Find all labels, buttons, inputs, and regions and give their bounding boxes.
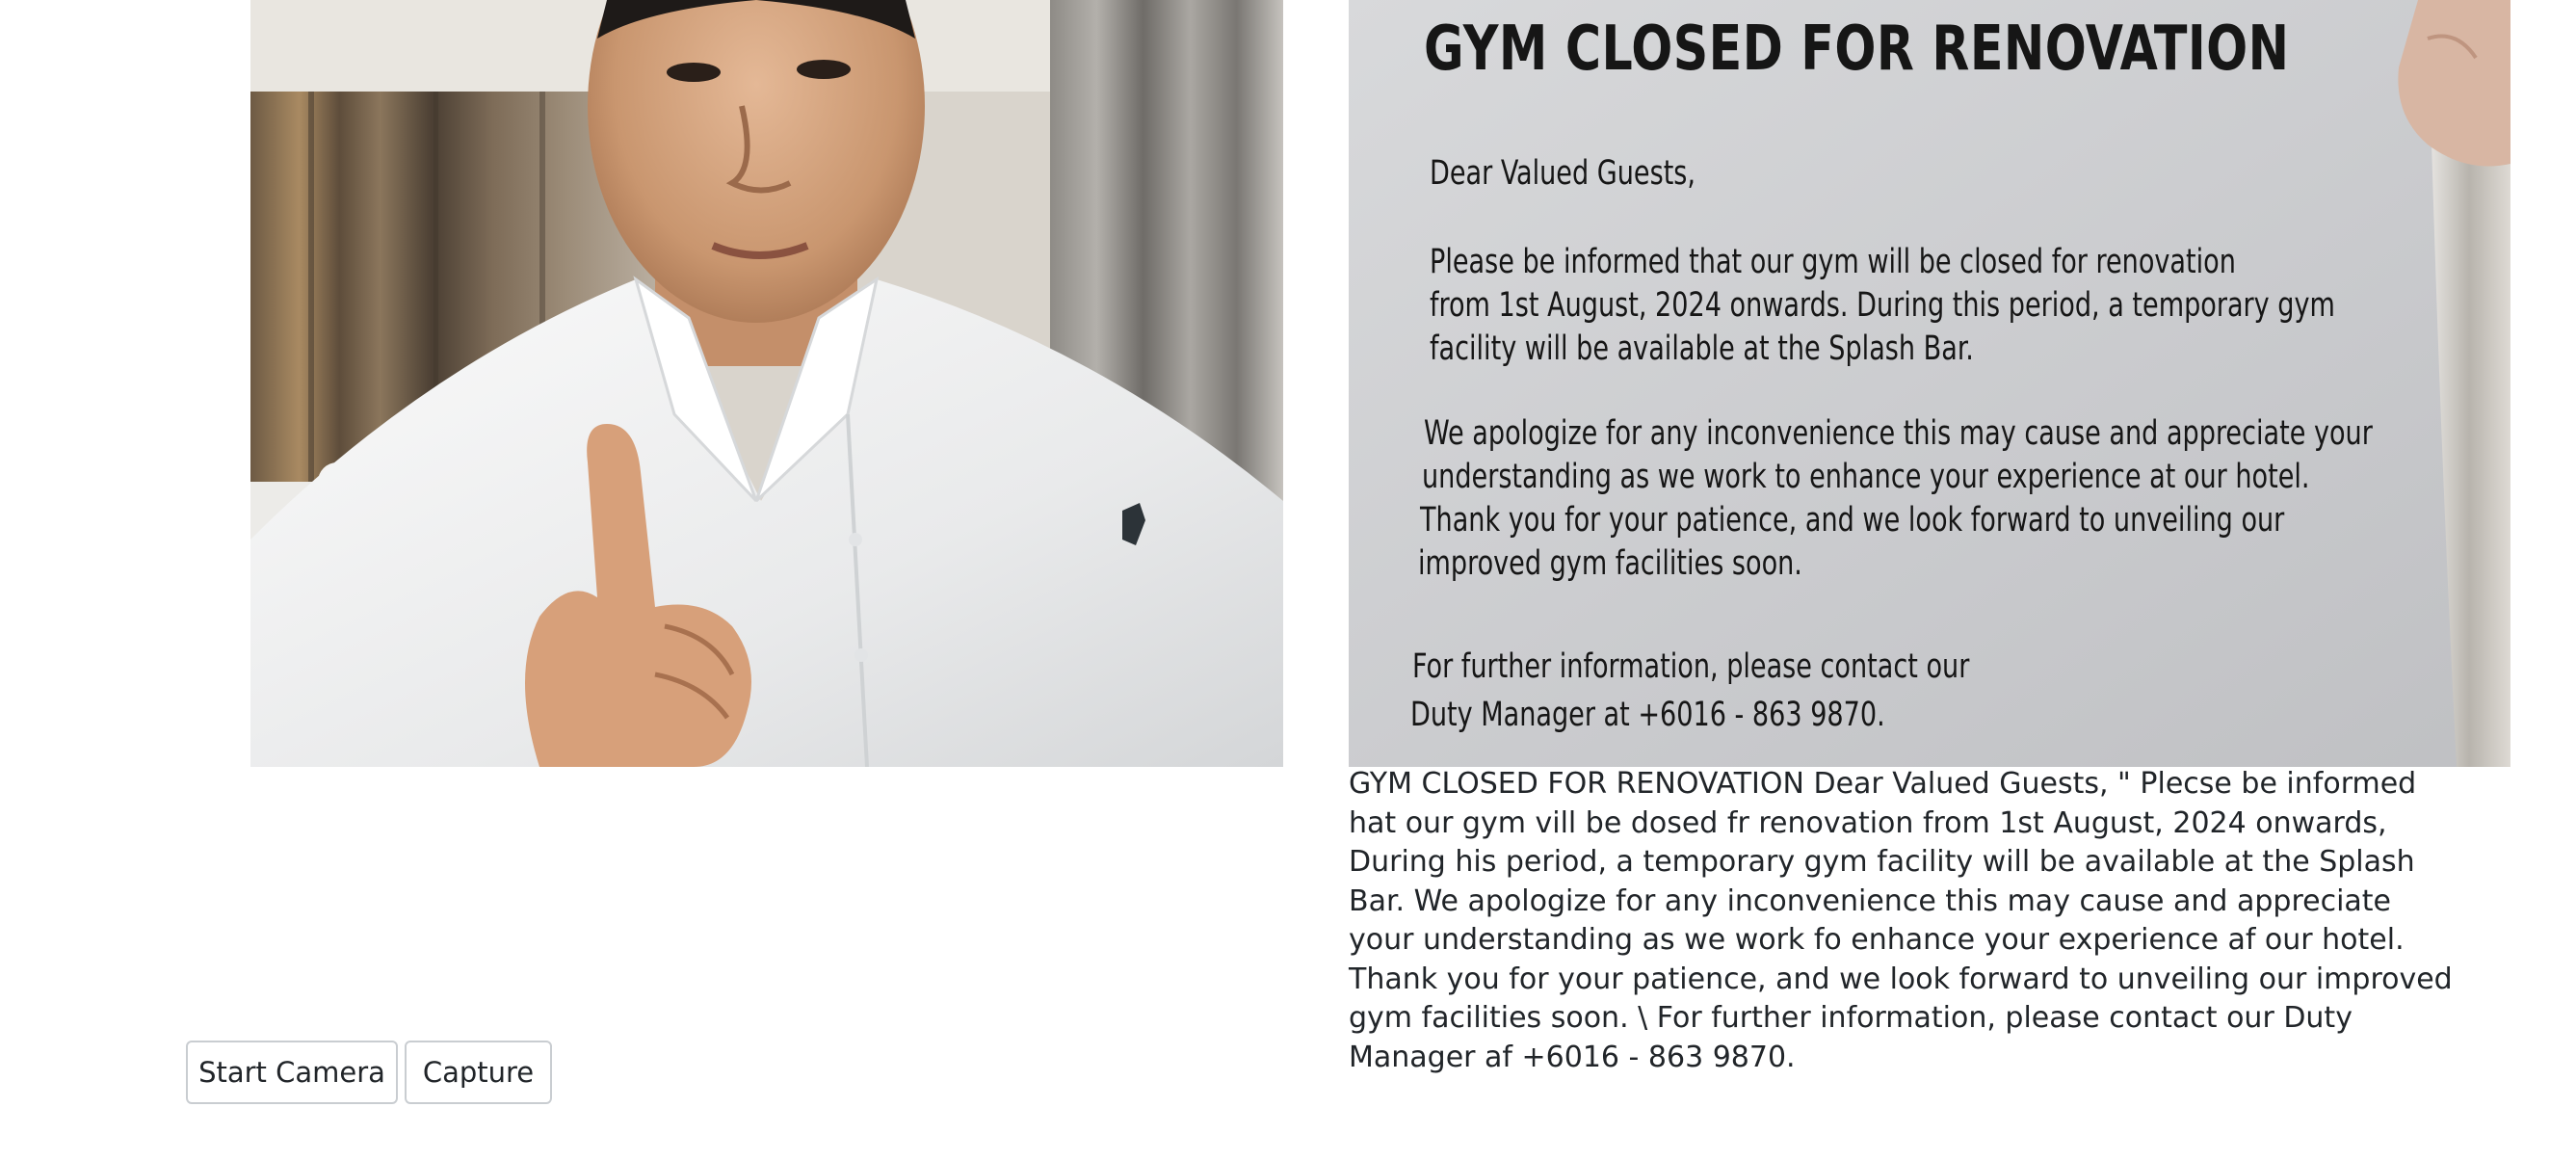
notice-line: understanding as we work to enhance your…	[1422, 458, 2310, 496]
notice-line: For further information, please contact …	[1412, 647, 1970, 686]
notice-line: Duty Manager at +6016 - 863 9870.	[1410, 696, 1885, 734]
notice-greeting: Dear Valued Guests,	[1430, 154, 1696, 193]
notice-line: facility will be available at the Splash…	[1430, 330, 1974, 368]
notice-line: from 1st August, 2024 onwards. During th…	[1430, 286, 2335, 325]
notice-text-overlay: GYM CLOSED FOR RENOVATION Dear Valued Gu…	[1349, 0, 2510, 767]
camera-feed-image	[250, 0, 1283, 767]
app-stage: GYM CLOSED FOR RENOVATION Dear Valued Gu…	[0, 0, 2576, 1160]
notice-line: We apologize for any inconvenience this …	[1424, 414, 2373, 453]
notice-title: GYM CLOSED FOR RENOVATION	[1424, 13, 2290, 85]
start-camera-button[interactable]: Start Camera	[186, 1041, 398, 1104]
notice-line: improved gym facilities soon.	[1418, 544, 1802, 583]
ocr-result-text: GYM CLOSED FOR RENOVATION Dear Valued Gu…	[1349, 767, 2453, 1074]
camera-preview	[250, 0, 1283, 767]
captured-photo: GYM CLOSED FOR RENOVATION Dear Valued Gu…	[1349, 0, 2510, 767]
notice-line: Thank you for your patience, and we look…	[1420, 501, 2285, 540]
capture-button[interactable]: Capture	[405, 1041, 552, 1104]
notice-line: Please be informed that our gym will be …	[1430, 243, 2236, 281]
